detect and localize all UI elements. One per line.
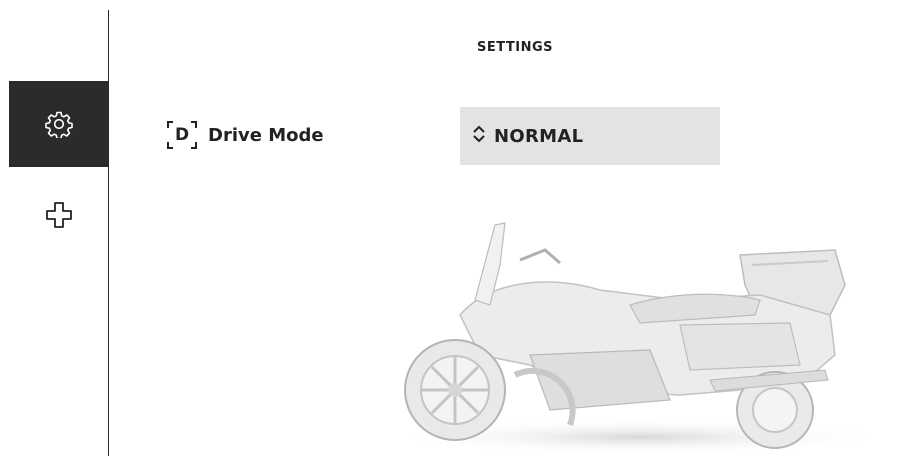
sidebar-item-settings[interactable] — [9, 81, 108, 167]
up-down-chevron-icon — [472, 125, 486, 147]
drive-mode-row: D Drive Mode — [166, 120, 324, 150]
plus-outline-icon — [44, 200, 74, 230]
page-title: SETTINGS — [476, 40, 554, 55]
drive-mode-icon: D — [166, 120, 198, 150]
sidebar-item-add[interactable] — [9, 172, 108, 258]
drive-mode-label: Drive Mode — [208, 124, 324, 146]
drive-mode-value: NORMAL — [494, 125, 584, 147]
sidebar — [9, 10, 109, 456]
settings-panel: SETTINGS D Drive Mode NORMAL — [110, 10, 920, 456]
drive-mode-selector[interactable]: NORMAL — [460, 107, 720, 165]
gear-icon — [44, 110, 73, 138]
vehicle-image — [380, 205, 900, 459]
drive-mode-icon-letter: D — [174, 125, 190, 145]
